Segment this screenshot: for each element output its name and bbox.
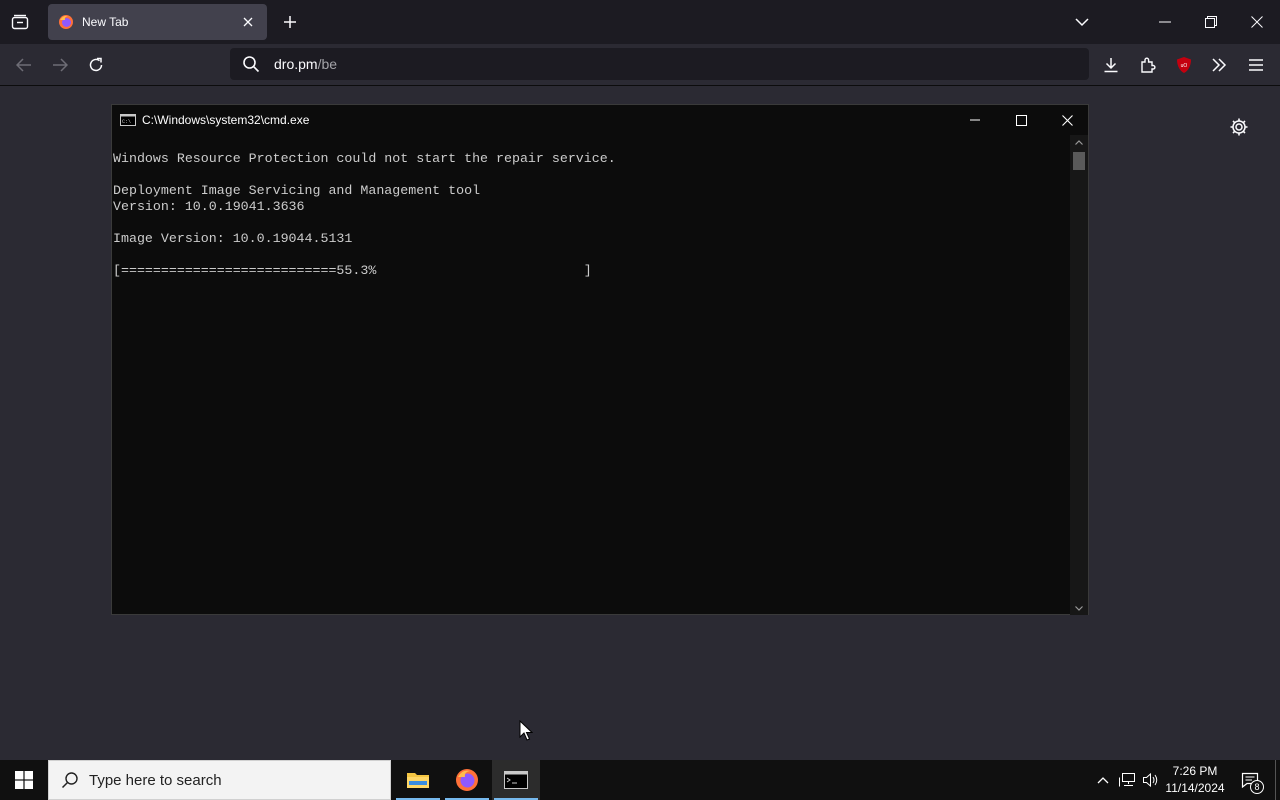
taskbar-file-explorer[interactable] [394,760,442,800]
firefox-favicon-icon [59,15,73,29]
page-content: C:\ C:\Windows\system32\cmd.exe Windows … [0,86,1280,760]
svg-text:uO: uO [1181,63,1188,69]
windows-taskbar: Type here to search 7:26 PM 11/14/2024 [0,760,1280,800]
tab-close-button[interactable] [239,13,257,31]
maximize-icon [1015,114,1027,126]
extensions-button[interactable] [1133,50,1163,80]
taskbar-search-box[interactable]: Type here to search [48,760,391,800]
cmd-console-output[interactable]: Windows Resource Protection could not st… [112,135,1070,615]
ublock-origin-button[interactable]: uO [1169,50,1199,80]
taskbar-firefox[interactable] [443,760,491,800]
browser-tab-strip: New Tab [0,0,1280,44]
cmd-title-bar[interactable]: C:\ C:\Windows\system32\cmd.exe [112,105,1088,135]
tab-new-tab[interactable]: New Tab [48,4,267,40]
show-desktop-button[interactable] [1275,760,1280,800]
reload-button[interactable] [81,50,111,80]
speaker-icon [1143,772,1158,788]
close-icon [1251,16,1263,28]
console-line: Image Version: 10.0.19044.5131 [113,231,353,246]
clock-time: 7:26 PM [1172,764,1218,778]
windows-logo-icon [15,771,33,789]
search-placeholder: Type here to search [89,771,222,789]
firefox-view-icon [11,14,29,30]
search-icon [243,56,260,73]
firefox-view-button[interactable] [6,8,34,36]
forward-button[interactable] [45,50,75,80]
taskbar-clock[interactable]: 7:26 PM 11/14/2024 [1160,763,1230,797]
firefox-icon [456,769,478,791]
back-button[interactable] [9,50,39,80]
minimize-icon [1159,21,1171,23]
chevron-up-icon [1097,777,1109,784]
list-all-tabs-button[interactable] [1070,10,1094,34]
close-icon [243,17,253,27]
action-center-button[interactable] [1234,760,1266,800]
new-tab-button[interactable] [278,10,302,34]
svg-text:C:\: C:\ [122,119,131,125]
progress-line: [===========================55.3% ] [113,263,592,278]
cmd-maximize-button[interactable] [998,105,1044,135]
taskbar-command-prompt[interactable] [492,760,540,800]
cmd-minimize-button[interactable] [952,105,998,135]
command-prompt-icon [504,771,528,789]
scroll-up-button[interactable] [1070,135,1088,149]
url-path: /be [317,56,338,72]
window-close-button[interactable] [1234,0,1280,44]
window-restore-button[interactable] [1188,0,1234,44]
chevron-down-icon [1075,18,1089,27]
cmd-close-button[interactable] [1044,105,1090,135]
hamburger-menu-icon [1249,59,1263,71]
tab-title: New Tab [82,15,129,29]
double-chevron-right-icon [1212,58,1227,72]
cmd-scrollbar[interactable] [1070,135,1088,615]
cmd-window: C:\ C:\Windows\system32\cmd.exe Windows … [111,104,1089,615]
address-bar[interactable]: dro.pm/be [230,48,1089,80]
plus-icon [284,16,296,28]
download-icon [1104,58,1118,73]
network-icon [1119,773,1135,787]
cmd-window-title: C:\Windows\system32\cmd.exe [142,113,310,127]
scroll-down-button[interactable] [1070,601,1088,615]
clock-date: 11/14/2024 [1165,781,1225,795]
notification-count-badge: 8 [1250,780,1264,794]
reload-icon [89,57,103,72]
volume-button[interactable] [1140,760,1162,800]
puzzle-piece-icon [1141,57,1156,73]
start-button[interactable] [0,760,48,800]
navigation-toolbar: dro.pm/be uO [0,44,1280,86]
console-line: Windows Resource Protection could not st… [113,151,616,166]
more-tools-button[interactable] [1204,50,1234,80]
mouse-pointer-icon [519,720,533,741]
console-line: Deployment Image Servicing and Managemen… [113,183,481,198]
chevron-up-icon [1075,139,1083,145]
restore-icon [1205,16,1217,28]
gear-icon[interactable] [1228,116,1250,138]
ublock-shield-icon: uO [1177,57,1191,73]
file-explorer-icon [407,773,429,788]
close-icon [1061,114,1073,126]
network-button[interactable] [1116,760,1138,800]
application-menu-button[interactable] [1241,50,1271,80]
command-prompt-icon: C:\ [120,114,136,126]
console-line: Version: 10.0.19041.3636 [113,199,305,214]
arrow-right-icon [53,58,68,72]
downloads-button[interactable] [1096,50,1126,80]
show-hidden-icons-button[interactable] [1094,760,1112,800]
search-icon [61,772,78,789]
window-minimize-button[interactable] [1142,0,1188,44]
chevron-down-icon [1075,605,1083,611]
minimize-icon [970,119,980,121]
arrow-left-icon [16,58,31,72]
scroll-thumb[interactable] [1073,152,1085,170]
url-host: dro.pm [274,56,318,72]
